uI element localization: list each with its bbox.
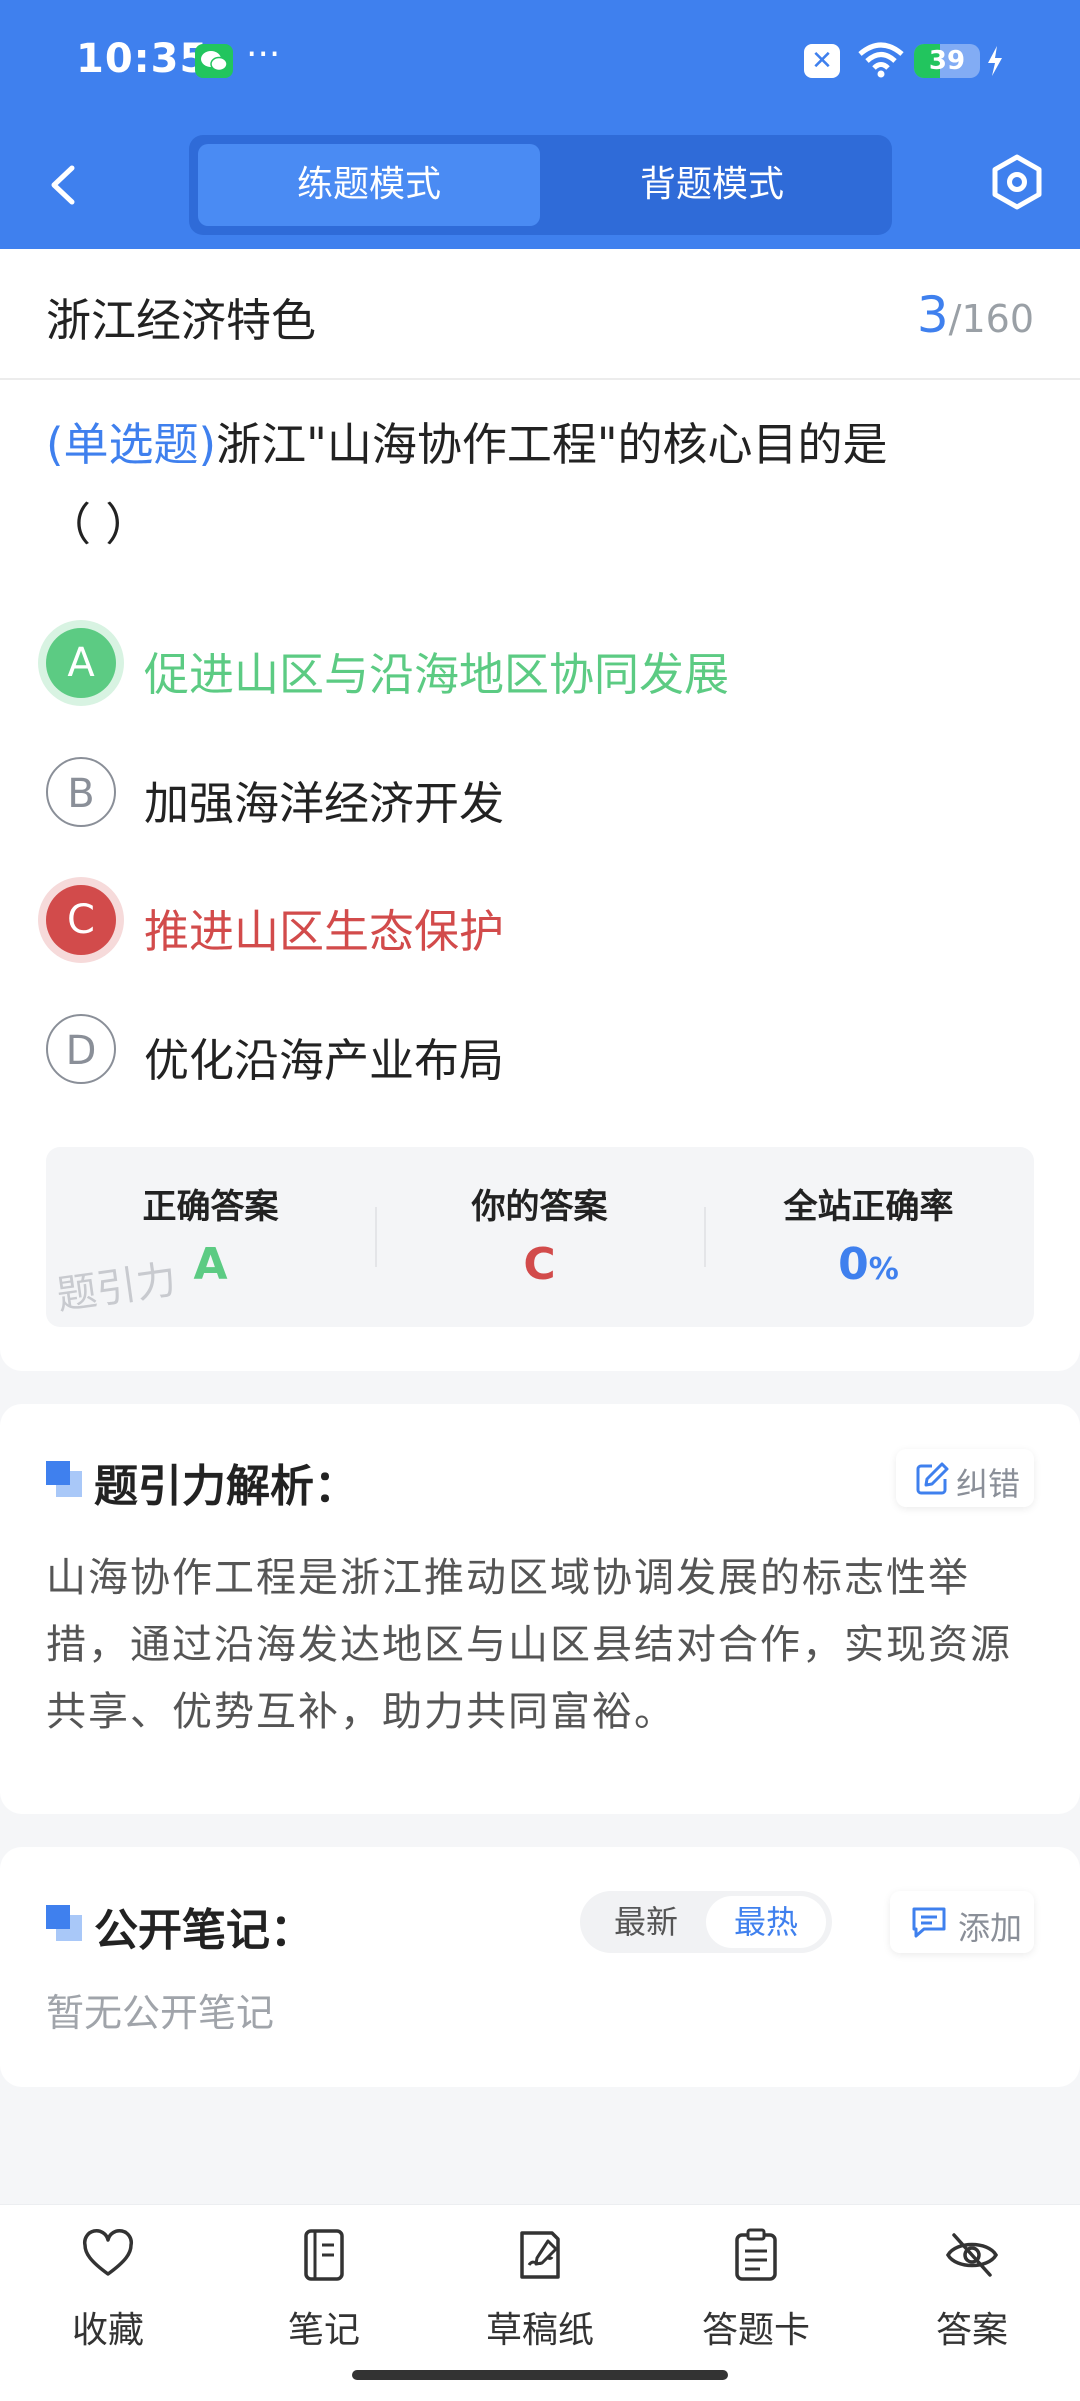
comment-icon: [912, 1907, 946, 1938]
notes-card: [0, 1847, 1080, 2087]
your-answer-label: 你的答案: [471, 1187, 608, 1227]
accuracy-col: 全站正确率 0%: [704, 1147, 1033, 1327]
analysis-text: 山海协作工程是浙江推动区域协调发展的标志性举措，通过沿海发达地区与山区县结对合作…: [46, 1555, 1012, 1735]
answer-card-icon: [735, 2228, 777, 2281]
section-square-icon: [46, 1905, 84, 1947]
accuracy-number: 0: [838, 1239, 869, 1290]
mode-switch: 练题模式 背题模式: [189, 135, 892, 235]
progress-total: 160: [961, 297, 1034, 341]
battery-level: 39: [928, 46, 966, 76]
your-answer-col: 你的答案 C: [375, 1147, 704, 1327]
wechat-icon: [195, 44, 233, 78]
option-letter: A: [46, 628, 116, 698]
eye-off-icon: [945, 2233, 999, 2277]
question-stem: 浙江"山海协作工程"的核心目的是: [216, 418, 888, 471]
home-indicator[interactable]: [352, 2370, 728, 2380]
tab-memorize-mode[interactable]: 背题模式: [541, 144, 883, 226]
nav-answer-card[interactable]: 答题卡: [648, 2205, 864, 2365]
option-text: 推进山区生态保护: [144, 905, 505, 958]
draft-paper-icon: [520, 2231, 560, 2279]
sort-latest[interactable]: 最新: [586, 1896, 706, 1948]
section-square-icon: [46, 1461, 84, 1503]
nav-answer[interactable]: 答案: [864, 2205, 1080, 2365]
add-note-label: 添加: [958, 1909, 1023, 1947]
question-blank: （ ）: [46, 498, 151, 551]
close-badge-icon: ✕: [804, 44, 840, 78]
nav-draft[interactable]: 草稿纸: [432, 2205, 648, 2365]
add-note-button[interactable]: 添加: [890, 1891, 1034, 1953]
progress-separator: /: [948, 297, 962, 341]
battery-icon: 39: [914, 44, 980, 78]
sort-hottest[interactable]: 最热: [706, 1896, 826, 1948]
accuracy-value: 0%: [704, 1239, 1033, 1290]
accuracy-label: 全站正确率: [783, 1187, 954, 1227]
option-text: 促进山区与沿海地区协同发展: [144, 648, 730, 701]
nav-draft-label: 草稿纸: [485, 2310, 594, 2351]
back-button[interactable]: [40, 160, 90, 210]
heart-icon: [82, 2229, 134, 2276]
question-text: (单选题)浙江"山海协作工程"的核心目的是 （ ）: [46, 405, 1036, 565]
chevron-left-icon: [51, 165, 75, 205]
charging-bolt-icon: [985, 44, 1005, 82]
chapter-title: 浙江经济特色: [46, 294, 317, 347]
question-progress: 3/160: [917, 286, 1034, 344]
option-letter: C: [46, 885, 116, 955]
settings-button[interactable]: [986, 151, 1048, 213]
status-time: 10:35: [76, 36, 209, 82]
empty-notes-text: 暂无公开笔记: [46, 1991, 275, 2035]
your-answer-value: C: [523, 1239, 556, 1290]
nav-notes-label: 笔记: [287, 2310, 360, 2351]
tab-practice-mode[interactable]: 练题模式: [198, 144, 540, 226]
nav-favorite-label: 收藏: [71, 2310, 144, 2351]
hexagon-settings-icon: [992, 154, 1042, 210]
wifi-icon: [856, 42, 906, 82]
more-dots-icon: ···: [246, 34, 281, 75]
question-type-label: (单选题): [46, 418, 217, 471]
notes-title: 公开笔记：: [94, 1905, 314, 1956]
report-error-button[interactable]: 纠错: [896, 1449, 1034, 1507]
notebook-icon: [304, 2229, 344, 2281]
nav-favorite[interactable]: 收藏: [0, 2205, 216, 2365]
answer-summary: 正确答案 A 你的答案 C 全站正确率 0%: [46, 1147, 1034, 1327]
nav-answer-card-label: 答题卡: [701, 2310, 810, 2351]
edit-icon: [916, 1462, 949, 1495]
correct-answer-label: 正确答案: [142, 1187, 279, 1227]
report-error-label: 纠错: [956, 1465, 1021, 1503]
accuracy-unit: %: [868, 1252, 899, 1287]
divider: [0, 378, 1080, 380]
option-letter: B: [46, 757, 116, 827]
nav-answer-label: 答案: [935, 2310, 1008, 2351]
notes-sort-toggle: 最新 最热: [580, 1891, 832, 1953]
analysis-title: 题引力解析：: [94, 1461, 358, 1512]
option-letter: D: [46, 1014, 116, 1084]
option-text: 加强海洋经济开发: [144, 777, 505, 830]
progress-current: 3: [916, 286, 949, 344]
option-text: 优化沿海产业布局: [144, 1034, 505, 1087]
nav-notes[interactable]: 笔记: [216, 2205, 432, 2365]
